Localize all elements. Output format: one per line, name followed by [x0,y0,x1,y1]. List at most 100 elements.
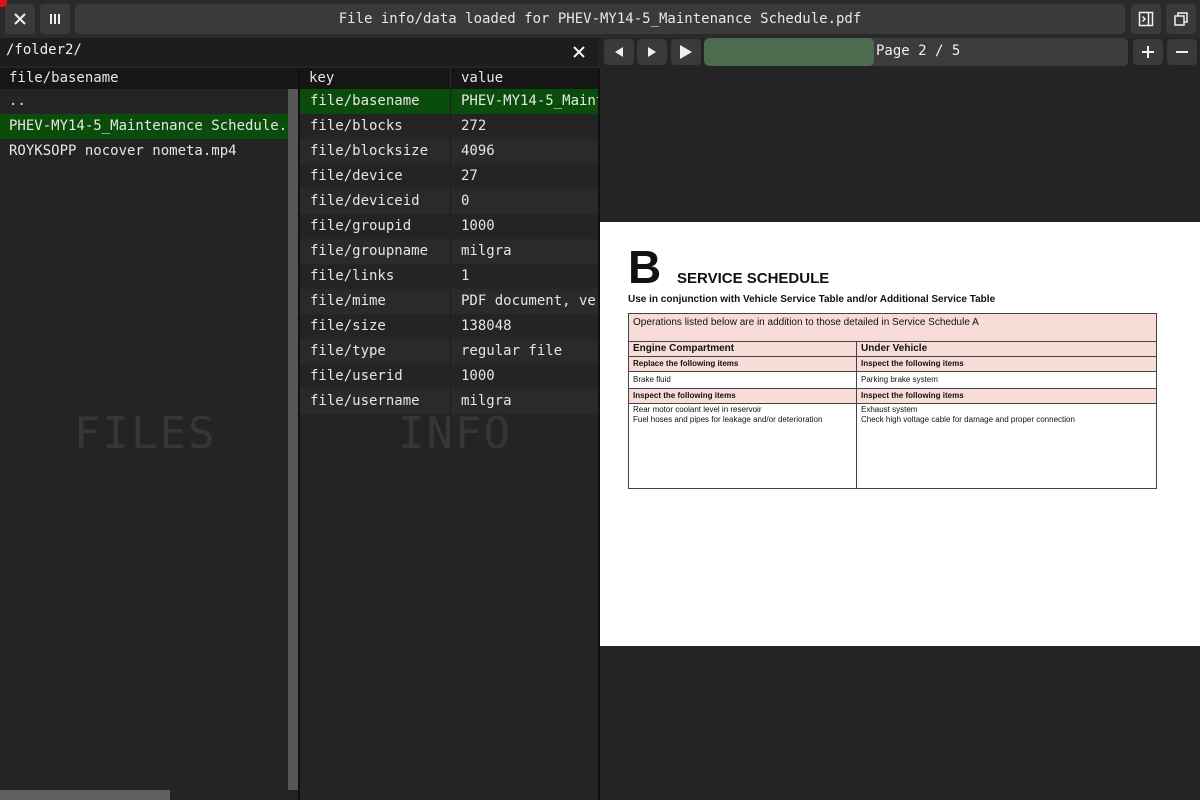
info-value: 1000 [461,218,495,234]
columns-icon [50,14,60,24]
schedule-letter: B [628,241,662,293]
info-key: file/deviceid [310,193,420,209]
clear-path-icon[interactable] [570,43,588,61]
info-key: file/device [310,168,403,184]
pdf-toolbar: Page 2 / 5 [600,38,1200,66]
title-bar: File info/data loaded for PHEV-MY14-5_Ma… [0,0,1200,38]
info-key: file/size [310,318,386,334]
page-progress-bar[interactable]: Page 2 / 5 [704,38,1128,66]
col2-item: Parking brake system [861,375,938,384]
col1-item: Brake fluid [633,375,671,384]
value-header[interactable]: value [461,70,503,86]
info-value: 4096 [461,143,495,159]
zoom-in-button[interactable] [1133,39,1163,65]
minus-icon [1176,51,1188,53]
info-row[interactable]: file/blocks 272 [300,114,598,139]
sidebar-toggle-icon [1138,11,1154,27]
sidebar-toggle-button[interactable] [1131,4,1161,34]
info-value: 138048 [461,318,512,334]
column-separator [450,164,451,189]
col2-item: Exhaust system [861,405,918,414]
info-value: 27 [461,168,478,184]
play-button[interactable] [671,39,701,65]
col2-inspect-label: Inspect the following items [857,357,1156,371]
col1-item: Rear motor coolant level in reservoir [633,405,762,414]
info-row[interactable]: file/deviceid 0 [300,189,598,214]
files-panel: file/basename .. PHEV-MY14-5_Maintenance… [0,68,298,800]
info-value: 272 [461,118,487,134]
info-row[interactable]: file/mime PDF document, version [300,289,598,314]
file-item-label: PHEV-MY14-5_Maintenance Schedule.pdf [9,118,298,134]
column-separator [450,289,451,314]
maximize-icon [1174,12,1188,26]
window-title: File info/data loaded for PHEV-MY14-5_Ma… [75,4,1125,34]
info-row[interactable]: file/size 138048 [300,314,598,339]
column-separator [450,364,451,389]
info-column-header: key value [300,68,598,89]
plus-icon [1142,46,1154,58]
column-separator [450,339,451,364]
prev-page-button[interactable] [604,39,634,65]
column-separator[interactable] [450,68,451,89]
file-item-label: ROYKSOPP nocover nometa.mp4 [9,143,237,159]
col2-header: Under Vehicle [857,342,1156,356]
files-column-header[interactable]: file/basename [0,68,298,89]
file-item-label: .. [9,93,26,109]
column-separator [450,314,451,339]
schedule-subtitle: Use in conjunction with Vehicle Service … [628,294,996,305]
info-panel: key value file/basename PHEV-MY14-5_Maint… [300,68,598,800]
col1-header: Engine Compartment [629,342,856,356]
info-key: file/links [310,268,395,284]
schedule-table: Operations listed below are in addition … [628,313,1157,489]
info-row[interactable]: file/device 27 [300,164,598,189]
file-item[interactable]: ROYKSOPP nocover nometa.mp4 [0,139,288,164]
close-button[interactable] [5,4,35,34]
col1-replace-label: Replace the following items [629,357,856,371]
col2-inspect-label: Inspect the following items [857,389,1156,403]
info-value: PDF document, version [461,293,598,309]
info-row[interactable]: file/type regular file [300,339,598,364]
col1-item: Fuel hoses and pipes for leakage and/or … [633,415,823,424]
info-value: regular file [461,343,563,359]
info-key: file/userid [310,368,403,384]
files-horizontal-scrollbar[interactable] [0,790,170,800]
info-row[interactable]: file/userid 1000 [300,364,598,389]
info-key: file/type [310,343,386,359]
info-row[interactable]: file/groupname milgra [300,239,598,264]
info-value: PHEV-MY14-5_Maintenance Schedule.pdf [461,93,598,109]
next-page-button[interactable] [637,39,667,65]
column-separator [450,264,451,289]
info-value: milgra [461,243,512,259]
files-watermark: FILES [74,408,217,459]
column-separator [450,189,451,214]
info-value: 1000 [461,368,495,384]
maximize-button[interactable] [1166,4,1196,34]
zoom-out-button[interactable] [1167,39,1197,65]
info-key: file/blocksize [310,143,429,159]
files-vertical-scrollbar[interactable] [288,89,298,790]
play-icon [680,45,692,59]
info-value: 0 [461,193,470,209]
col1-inspect-label: Inspect the following items [629,389,856,403]
info-row[interactable]: file/groupid 1000 [300,214,598,239]
info-watermark: INFO [398,408,512,459]
path-input[interactable]: /folder2/ [6,42,82,58]
column-separator [450,114,451,139]
page-progress-fill [704,38,874,66]
triangle-right-icon [648,47,656,57]
columns-button[interactable] [40,4,70,34]
info-row[interactable]: file/links 1 [300,264,598,289]
triangle-left-icon [615,47,623,57]
file-item-selected[interactable]: PHEV-MY14-5_Maintenance Schedule.pdf [0,114,298,139]
info-row[interactable]: file/basename PHEV-MY14-5_Maintenance Sch… [300,89,598,114]
key-header[interactable]: key [309,70,334,86]
pdf-page[interactable]: B SERVICE SCHEDULE Use in conjunction wi… [600,222,1200,646]
page-indicator: Page 2 / 5 [876,43,961,59]
column-separator [450,139,451,164]
schedule-banner: Operations listed below are in addition … [629,314,1156,341]
info-row[interactable]: file/blocksize 4096 [300,139,598,164]
info-key: file/basename [310,93,420,109]
file-item-parent[interactable]: .. [0,89,288,114]
files-header-label: file/basename [9,70,119,86]
info-key: file/groupid [310,218,412,234]
